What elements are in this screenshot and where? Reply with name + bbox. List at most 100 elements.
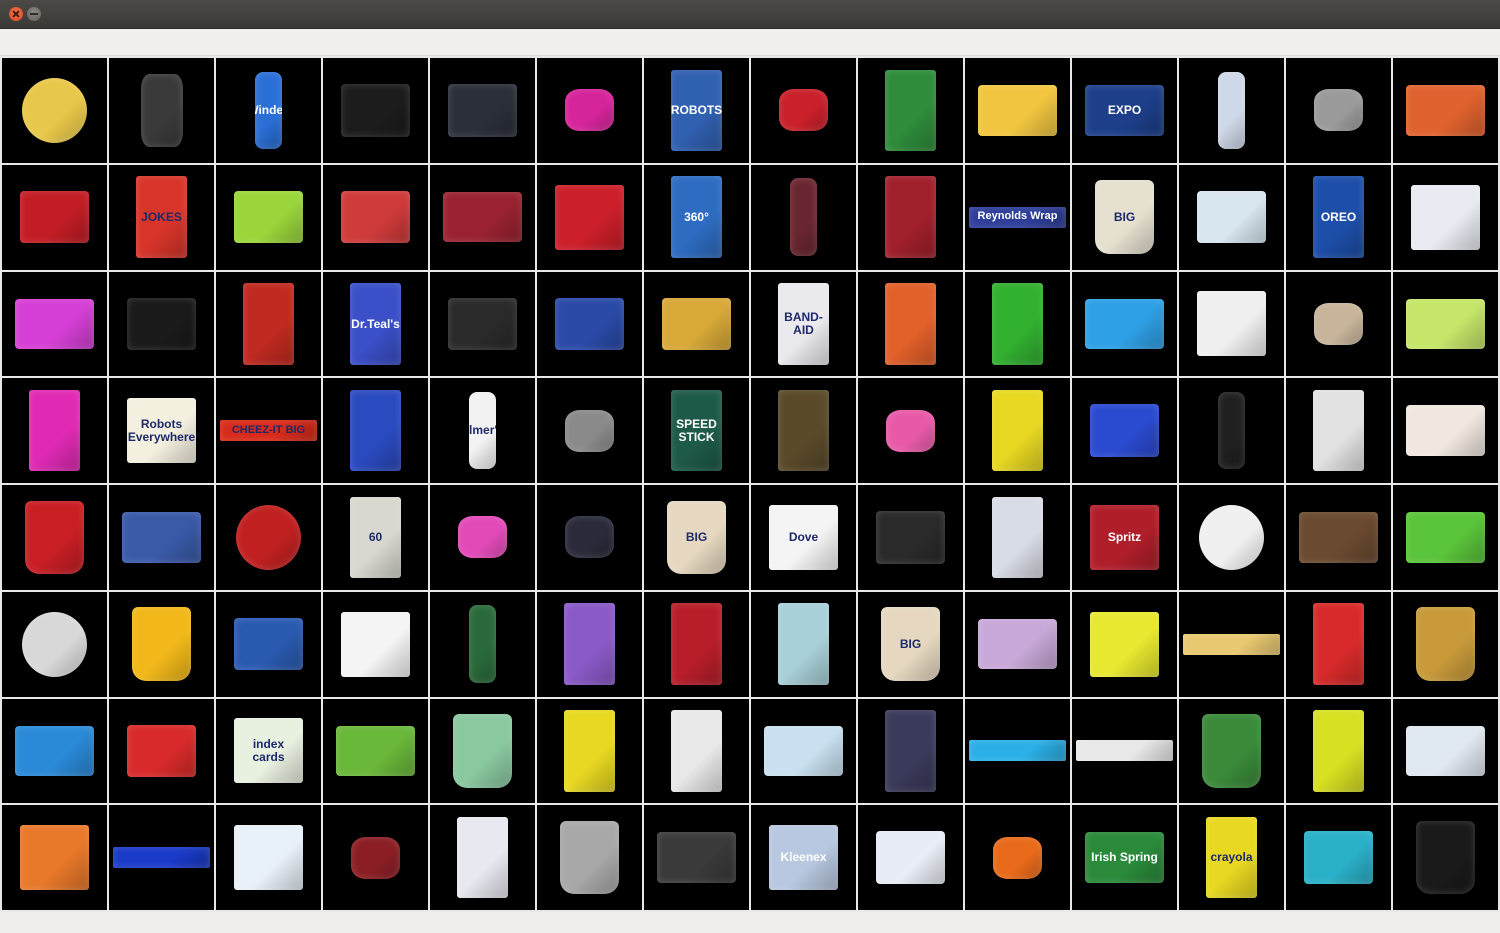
grid-cell-white-napkin[interactable] [1179, 271, 1284, 377]
grid-cell-paint-brush[interactable] [751, 378, 856, 483]
grid-cell-drawstring-bag[interactable] [1179, 591, 1284, 697]
grid-cell-green-tissue[interactable] [965, 271, 1070, 377]
grid-cell-baby-wipes[interactable] [965, 58, 1070, 163]
grid-cell-knit-gloves[interactable] [109, 58, 214, 163]
grid-cell-highlighters-pastel[interactable] [1393, 271, 1498, 377]
grid-cell-pink-scissors[interactable] [430, 485, 535, 590]
grid-cell-pink-dumbbell[interactable] [2, 271, 107, 377]
grid-cell-white-box[interactable] [1393, 164, 1498, 270]
grid-cell-dr-teals-salt[interactable]: Dr.Teal's [323, 271, 428, 377]
grid-cell-ice-tray[interactable] [751, 698, 856, 804]
grid-cell-toy-pack[interactable] [1072, 378, 1177, 483]
grid-cell-green-twine[interactable] [1179, 698, 1284, 804]
grid-cell-toothbrush-red[interactable] [109, 698, 214, 804]
grid-cell-scrub-sponges[interactable] [323, 698, 428, 804]
grid-cell-jokes-book[interactable]: JOKES [109, 164, 214, 270]
grid-cell-expo-eraser[interactable]: EXPO [1072, 58, 1177, 163]
grid-cell-guardians-dvd[interactable] [858, 698, 963, 804]
grid-cell-ice-pack[interactable] [751, 591, 856, 697]
grid-cell-reynolds-wrap[interactable]: Reynolds Wrap [965, 164, 1070, 270]
grid-cell-tongs[interactable] [537, 378, 642, 483]
grid-cell-bath-pouf[interactable] [1179, 485, 1284, 590]
grid-cell-big-noodle-cup-2[interactable]: BIG [644, 485, 749, 590]
grid-cell-black-sheet[interactable] [430, 271, 535, 377]
grid-cell-wipes-pack[interactable] [965, 591, 1070, 697]
grid-cell-kleenex-box[interactable]: Kleenex [751, 805, 856, 910]
grid-cell-red-mini-cups[interactable] [644, 591, 749, 697]
grid-cell-blue-bag[interactable] [858, 805, 963, 910]
grid-cell-red-notebook[interactable] [2, 164, 107, 270]
grid-cell-oreo-mega-stuf[interactable]: OREO [1286, 164, 1391, 270]
grid-cell-green-notebook[interactable] [1393, 485, 1498, 590]
grid-cell-yellow-gloves[interactable] [537, 271, 642, 377]
grid-cell-black-notebook[interactable] [430, 58, 535, 163]
grid-cell-duster-refills-2[interactable] [109, 485, 214, 590]
grid-cell-hand-sanitizer[interactable] [1179, 58, 1284, 163]
grid-cell-pink-clip[interactable] [537, 58, 642, 163]
grid-cell-coffee-jar[interactable] [1393, 591, 1498, 697]
grid-cell-red-notebook-spiral[interactable] [858, 164, 963, 270]
grid-cell-flashlight-blue[interactable] [109, 805, 214, 910]
grid-cell-measuring-spoons-red[interactable] [751, 58, 856, 163]
grid-cell-duster-refills[interactable]: 360° [644, 164, 749, 270]
grid-cell-dove-soap-box[interactable]: Dove [751, 485, 856, 590]
grid-cell-band-aid-tape[interactable]: BAND-AID [751, 271, 856, 377]
grid-cell-tea-lights[interactable] [216, 591, 321, 697]
grid-cell-lint-roller[interactable] [323, 805, 428, 910]
grid-cell-mesh-cup[interactable] [1393, 805, 1498, 910]
grid-cell-bath-sponge-pack[interactable] [323, 164, 428, 270]
grid-cell-toilet-brush[interactable] [1072, 698, 1177, 804]
grid-cell-wine-glass[interactable] [1179, 378, 1284, 483]
grid-cell-windex-spray[interactable]: Windex [216, 58, 321, 163]
grid-cell-black-cloth[interactable] [323, 58, 428, 163]
grid-cell-red-cup[interactable] [2, 485, 107, 590]
grid-cell-plastic-cup-straw[interactable] [537, 805, 642, 910]
grid-cell-pink-croc[interactable] [858, 378, 963, 483]
grid-cell-duck-toy[interactable] [1286, 698, 1391, 804]
grid-cell-measuring-cups[interactable] [1286, 378, 1391, 483]
grid-cell-crayola-box[interactable] [1072, 591, 1177, 697]
grid-cell-hanes-socks[interactable] [1286, 591, 1391, 697]
grid-cell-dog-toy-orange[interactable] [965, 805, 1070, 910]
grid-cell-water-bottle[interactable] [430, 591, 535, 697]
grid-cell-metal-spoons[interactable] [1286, 58, 1391, 163]
grid-cell-robots-everywhere-book[interactable]: Robots Everywhere [109, 378, 214, 483]
grid-cell-cheez-it-box[interactable]: CHEEZ-IT BIG [216, 378, 321, 483]
grid-cell-balls-pack[interactable] [2, 698, 107, 804]
grid-cell-purple-bag[interactable] [537, 591, 642, 697]
grid-cell-pencil-pouch[interactable] [1286, 271, 1391, 377]
grid-cell-lip-balm[interactable] [644, 805, 749, 910]
grid-cell-pens-pack[interactable] [965, 485, 1070, 590]
grid-cell-tape-box[interactable] [216, 805, 321, 910]
grid-cell-brown-bag[interactable] [1286, 485, 1391, 590]
minimize-window-button[interactable] [27, 7, 41, 21]
grid-cell-index-cards-box[interactable]: index cards [216, 698, 321, 804]
grid-cell-big-noodle-cup[interactable]: BIG [1072, 164, 1177, 270]
grid-cell-index-cards-white[interactable] [1393, 378, 1498, 483]
grid-cell-bubble-mailer[interactable] [644, 271, 749, 377]
grid-cell-glue-sticks[interactable] [858, 271, 963, 377]
grid-cell-flashlight-black[interactable] [537, 485, 642, 590]
grid-cell-face-masks[interactable] [644, 698, 749, 804]
grid-cell-light-bulbs[interactable]: 60 [323, 485, 428, 590]
grid-cell-toothbrush-kids[interactable] [1286, 805, 1391, 910]
grid-cell-highlighters-green[interactable] [216, 164, 321, 270]
grid-cell-composition-notebook[interactable] [858, 58, 963, 163]
grid-cell-white-pouf[interactable] [2, 591, 107, 697]
grid-cell-index-cards-orange[interactable] [1393, 58, 1498, 163]
grid-cell-orange-balloons[interactable] [2, 805, 107, 910]
grid-cell-white-napkins[interactable] [323, 591, 428, 697]
grid-cell-night-light[interactable] [430, 805, 535, 910]
grid-cell-toothbrushes[interactable] [323, 378, 428, 483]
grid-cell-elmers-glue[interactable]: Elmer's [430, 378, 535, 483]
grid-cell-black-notebook-2[interactable] [109, 271, 214, 377]
grid-cell-ice-cube-tray[interactable] [1393, 698, 1498, 804]
grid-cell-speed-stick[interactable]: SPEED STICK [644, 378, 749, 483]
grid-cell-tennis-balls[interactable] [965, 378, 1070, 483]
grid-cell-rubber-band[interactable] [216, 485, 321, 590]
grid-cell-spritz-balloons[interactable]: Spritz [1072, 485, 1177, 590]
grid-cell-tissue-box-red[interactable] [537, 164, 642, 270]
grid-cell-big-noodle-curry[interactable]: BIG [858, 591, 963, 697]
grid-cell-wipes-blue[interactable] [1072, 271, 1177, 377]
close-window-button[interactable] [9, 7, 23, 21]
